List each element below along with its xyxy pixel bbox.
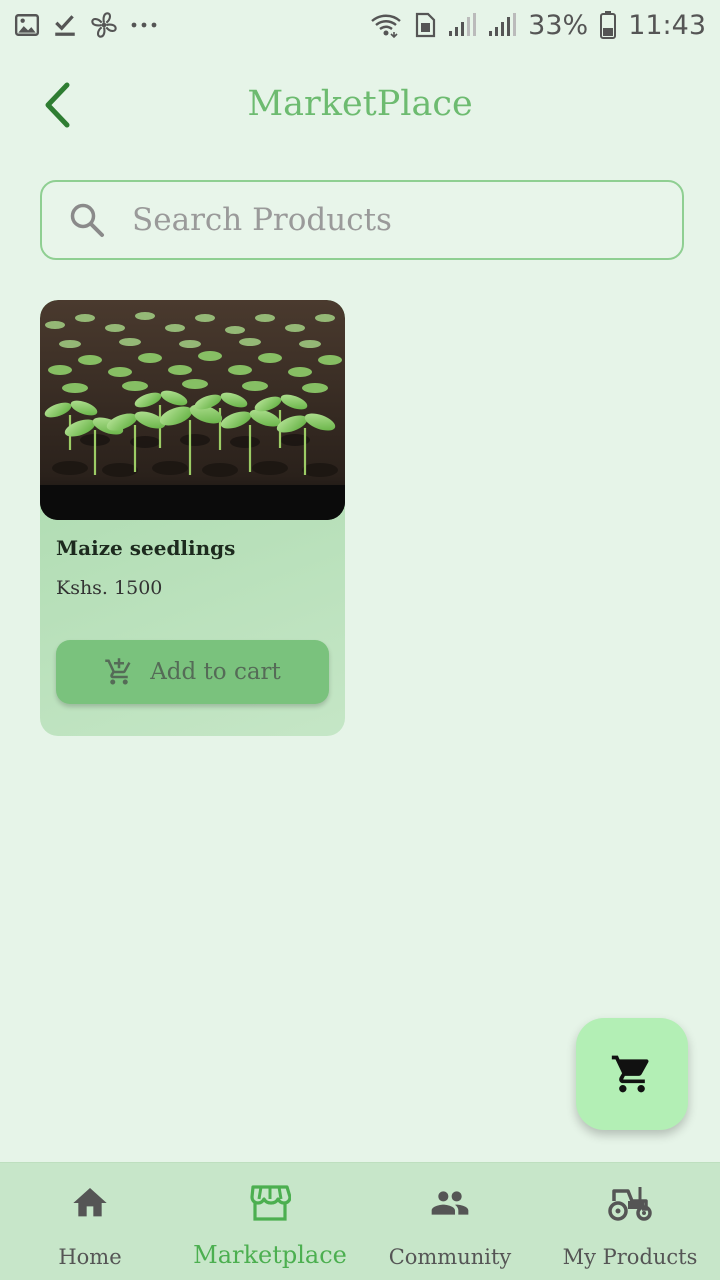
- marketplace-screen: 33% 11:43 MarketPlace Search Products Ma…: [0, 0, 720, 1280]
- cart-icon: [611, 1055, 649, 1093]
- add-cart-icon: [105, 658, 131, 685]
- home-icon: [70, 1181, 110, 1225]
- product-card[interactable]: Maize seedlings Kshs. 1500 Add to cart: [40, 300, 345, 736]
- nav-label-marketplace: Marketplace: [193, 1241, 347, 1269]
- add-to-cart-label: Add to cart: [150, 659, 281, 685]
- more-dots-icon: [130, 20, 158, 30]
- status-bar-right: 33% 11:43: [370, 10, 706, 41]
- signal-icon: [488, 13, 517, 37]
- nav-label-home: Home: [58, 1245, 122, 1269]
- signal-icon: [448, 13, 477, 37]
- page-title: MarketPlace: [247, 84, 473, 124]
- nav-label-my-products: My Products: [562, 1245, 698, 1269]
- app-header: MarketPlace: [0, 60, 720, 150]
- nav-item-community[interactable]: Community: [360, 1163, 540, 1280]
- add-to-cart-button[interactable]: Add to cart: [56, 640, 329, 704]
- product-image: [40, 300, 345, 520]
- nav-item-marketplace[interactable]: Marketplace: [180, 1163, 360, 1280]
- status-bar: 33% 11:43: [0, 0, 720, 50]
- wifi-icon: [370, 12, 402, 38]
- search-bar[interactable]: [40, 180, 684, 260]
- fan-icon: [90, 11, 118, 39]
- sim-icon: [414, 12, 436, 38]
- clock: 11:43: [628, 9, 706, 41]
- tractor-icon: [606, 1181, 654, 1225]
- product-price: Kshs. 1500: [56, 577, 163, 599]
- cart-fab-button[interactable]: [576, 1018, 688, 1130]
- status-bar-left: [14, 11, 158, 39]
- nav-label-community: Community: [388, 1245, 512, 1269]
- image-icon: [14, 12, 40, 38]
- search-input[interactable]: [132, 202, 682, 238]
- check-download-icon: [52, 12, 78, 38]
- bottom-navigation: Home Marketplace Community My Products: [0, 1162, 720, 1280]
- search-icon: [68, 200, 108, 240]
- battery-percent: 33%: [528, 9, 589, 41]
- people-icon: [427, 1181, 473, 1225]
- product-name: Maize seedlings: [56, 536, 236, 560]
- nav-item-my-products[interactable]: My Products: [540, 1163, 720, 1280]
- battery-icon: [600, 11, 617, 39]
- store-icon: [249, 1181, 291, 1225]
- nav-item-home[interactable]: Home: [0, 1163, 180, 1280]
